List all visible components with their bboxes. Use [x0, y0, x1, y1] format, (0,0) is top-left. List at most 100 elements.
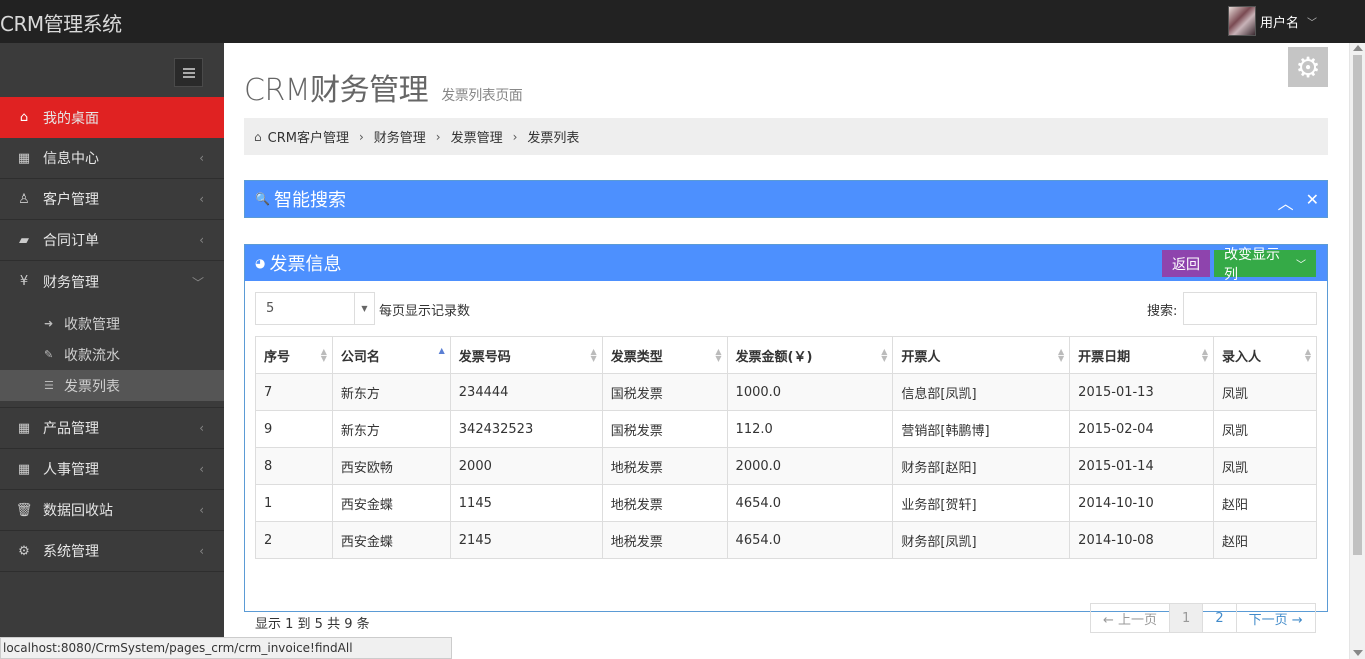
sort-asc-icon: ▲	[438, 346, 445, 355]
sidebar-item-recycle-bin[interactable]: 🗑 数据回收站 ‹	[0, 490, 224, 531]
sidebar-subitem-label: 发票列表	[64, 378, 120, 395]
table-row[interactable]: 1 西安金蝶 1145 地税发票 4654.0 业务部[贺轩] 2014-10-…	[255, 484, 1317, 522]
table-cell: 2145	[449, 521, 603, 559]
chevron-left-icon: ‹	[199, 421, 204, 435]
page-title: CRM财务管理 发票列表页面	[244, 65, 523, 109]
sidebar-item-products[interactable]: ▦ 产品管理 ‹	[0, 408, 224, 449]
sidebar-item-contracts[interactable]: ▰ 合同订单 ‹	[0, 220, 224, 261]
page-scrollbar[interactable]	[1349, 43, 1365, 659]
column-header[interactable]: 发票号码 ▲ ▼	[449, 336, 603, 374]
settings-gear-button[interactable]: ⚙	[1288, 47, 1328, 87]
page-length-select[interactable]: 5 ▼	[255, 292, 375, 325]
sidebar-item-desktop[interactable]: ⌂ 我的桌面	[0, 97, 224, 138]
sidebar-item-customers[interactable]: ♙ 客户管理 ‹	[0, 179, 224, 220]
circle-arrow-icon: ◕	[255, 256, 266, 270]
sidebar-item-label: 客户管理	[43, 192, 99, 208]
table-header-row: 序号 ▲ ▼ 公司名 ▲ 发票号码 ▲ ▼ 发票类型 ▲ ▼ 发票金额(￥) ▲ ▼ 开票人 ▲ ▼ …	[255, 336, 1317, 374]
table-cell: 地税发票	[601, 521, 728, 559]
column-header[interactable]: 发票类型 ▲ ▼	[601, 336, 728, 374]
table-cell: 9	[255, 410, 333, 448]
column-header[interactable]: 发票金额(￥) ▲ ▼	[726, 336, 894, 374]
search-icon: 🔍	[255, 192, 270, 206]
table-cell: 新东方	[331, 410, 451, 448]
gear-icon: ⚙	[18, 543, 30, 559]
table-cell: 8	[255, 447, 333, 485]
chevron-right-icon: ›	[512, 129, 518, 144]
sidebar-item-label: 财务管理	[43, 274, 99, 291]
page-length-label: 每页显示记录数	[379, 304, 471, 319]
sidebar-item-finance[interactable]: ¥ 财务管理 ﹀	[0, 261, 224, 302]
sidebar-item-label: 人事管理	[43, 462, 99, 478]
page-subtitle: 发票列表页面	[441, 88, 523, 104]
table-cell: 凤凯	[1213, 410, 1317, 448]
page-1-button[interactable]: 1	[1170, 604, 1204, 632]
book-icon: ▰	[19, 232, 29, 248]
sidebar-subitem-label: 收款管理	[64, 316, 120, 333]
sidebar-subitem-receipts[interactable]: ➜ 收款管理	[0, 308, 224, 339]
table-cell: 信息部[凤凯]	[892, 373, 1071, 411]
sort-icon: ▲ ▼	[1201, 347, 1209, 363]
search-panel-title: 智能搜索	[273, 190, 346, 211]
scroll-down-icon[interactable]	[1353, 650, 1363, 656]
column-header[interactable]: 公司名 ▲	[331, 336, 451, 374]
breadcrumb-item[interactable]: CRM客户管理	[268, 127, 349, 146]
scroll-up-icon[interactable]	[1353, 45, 1363, 51]
close-icon[interactable]: ✕	[1306, 190, 1319, 214]
table-cell: 342432523	[449, 410, 603, 448]
chevron-left-icon: ‹	[199, 544, 204, 558]
page-2-button[interactable]: 2	[1203, 604, 1237, 632]
table-cell: 2000.0	[726, 447, 894, 485]
column-header[interactable]: 录入人 ▲ ▼	[1213, 336, 1317, 374]
table-cell: 西安金蝶	[331, 521, 451, 559]
breadcrumb-item[interactable]: 发票管理	[451, 127, 503, 146]
column-header[interactable]: 开票日期 ▲ ▼	[1069, 336, 1215, 374]
table-cell: 2	[255, 521, 333, 559]
page-length-value: 5	[266, 301, 275, 316]
table-row[interactable]: 8 西安欧畅 2000 地税发票 2000.0 财务部[赵阳] 2015-01-…	[255, 447, 1317, 485]
table-cell: 112.0	[726, 410, 894, 448]
table-cell: 1145	[449, 484, 603, 522]
home-icon: ⌂	[254, 129, 262, 144]
sidebar-toggle-button[interactable]	[174, 58, 203, 87]
breadcrumb-item: 发票列表	[527, 131, 580, 146]
sidebar-item-hr[interactable]: ▦ 人事管理 ‹	[0, 449, 224, 490]
sort-icon: ▲ ▼	[881, 347, 888, 363]
column-header[interactable]: 开票人 ▲ ▼	[892, 336, 1071, 374]
sidebar-item-info-center[interactable]: ▦ 信息中心 ‹	[0, 138, 224, 179]
sidebar-subitem-receipt-flow[interactable]: ✎ 收款流水	[0, 339, 224, 370]
table-icon: ▦	[17, 420, 31, 436]
chevron-down-icon: ﹀	[1296, 260, 1306, 271]
sidebar-subitem-invoice-list[interactable]: ☰ 发票列表	[0, 370, 224, 401]
sidebar-item-label: 合同订单	[43, 233, 99, 249]
collapse-icon[interactable]: ︿	[1278, 190, 1294, 214]
table-row[interactable]: 7 新东方 234444 国税发票 1000.0 信息部[凤凯] 2015-01…	[255, 373, 1317, 411]
prev-page-button[interactable]: ← 上一页	[1091, 604, 1171, 632]
back-button[interactable]: 返回	[1162, 250, 1210, 277]
table-cell: 西安欧畅	[331, 447, 451, 485]
table-cell: 新东方	[331, 373, 451, 411]
table-search-input[interactable]	[1183, 292, 1317, 325]
table-cell: 2014-10-10	[1069, 484, 1215, 522]
chevron-down-icon: ﹀	[191, 276, 204, 290]
table-cell: 2014-10-08	[1069, 521, 1215, 559]
table-row[interactable]: 2 西安金蝶 2145 地税发票 4654.0 财务部[凤凯] 2014-10-…	[255, 521, 1317, 559]
next-page-button[interactable]: 下一页 →	[1237, 604, 1315, 632]
user-menu[interactable]: 用户名 ﹀	[1228, 6, 1317, 36]
column-header[interactable]: 序号 ▲ ▼	[255, 336, 333, 374]
yen-icon: ¥	[19, 274, 29, 289]
status-bar-url: localhost:8080/CrmSystem/pages_crm/crm_i…	[0, 637, 452, 659]
sidebar-nav: ⌂ 我的桌面 ▦ 信息中心 ‹ ♙ 客户管理 ‹ ▰ 合同订单 ‹ ¥ 财务管理…	[0, 97, 224, 572]
scrollbar-thumb[interactable]	[1353, 55, 1362, 555]
avatar	[1228, 6, 1256, 36]
user-name: 用户名	[1260, 15, 1300, 31]
breadcrumb-item[interactable]: 财务管理	[374, 127, 426, 146]
table-row[interactable]: 9 新东方 342432523 国税发票 112.0 营销部[韩鹏博] 2015…	[255, 410, 1317, 448]
sidebar-item-system[interactable]: ⚙ 系统管理 ‹	[0, 531, 224, 572]
brand-logo[interactable]: CRM管理系统	[0, 8, 122, 37]
change-columns-button[interactable]: 改变显示列 ﹀	[1214, 247, 1316, 283]
sidebar-subitem-label: 收款流水	[64, 347, 120, 364]
table-cell: 财务部[凤凯]	[892, 521, 1071, 559]
table-cell: 234444	[449, 373, 603, 411]
chevron-down-icon: ﹀	[1307, 17, 1318, 29]
table-icon: ▦	[17, 461, 31, 477]
